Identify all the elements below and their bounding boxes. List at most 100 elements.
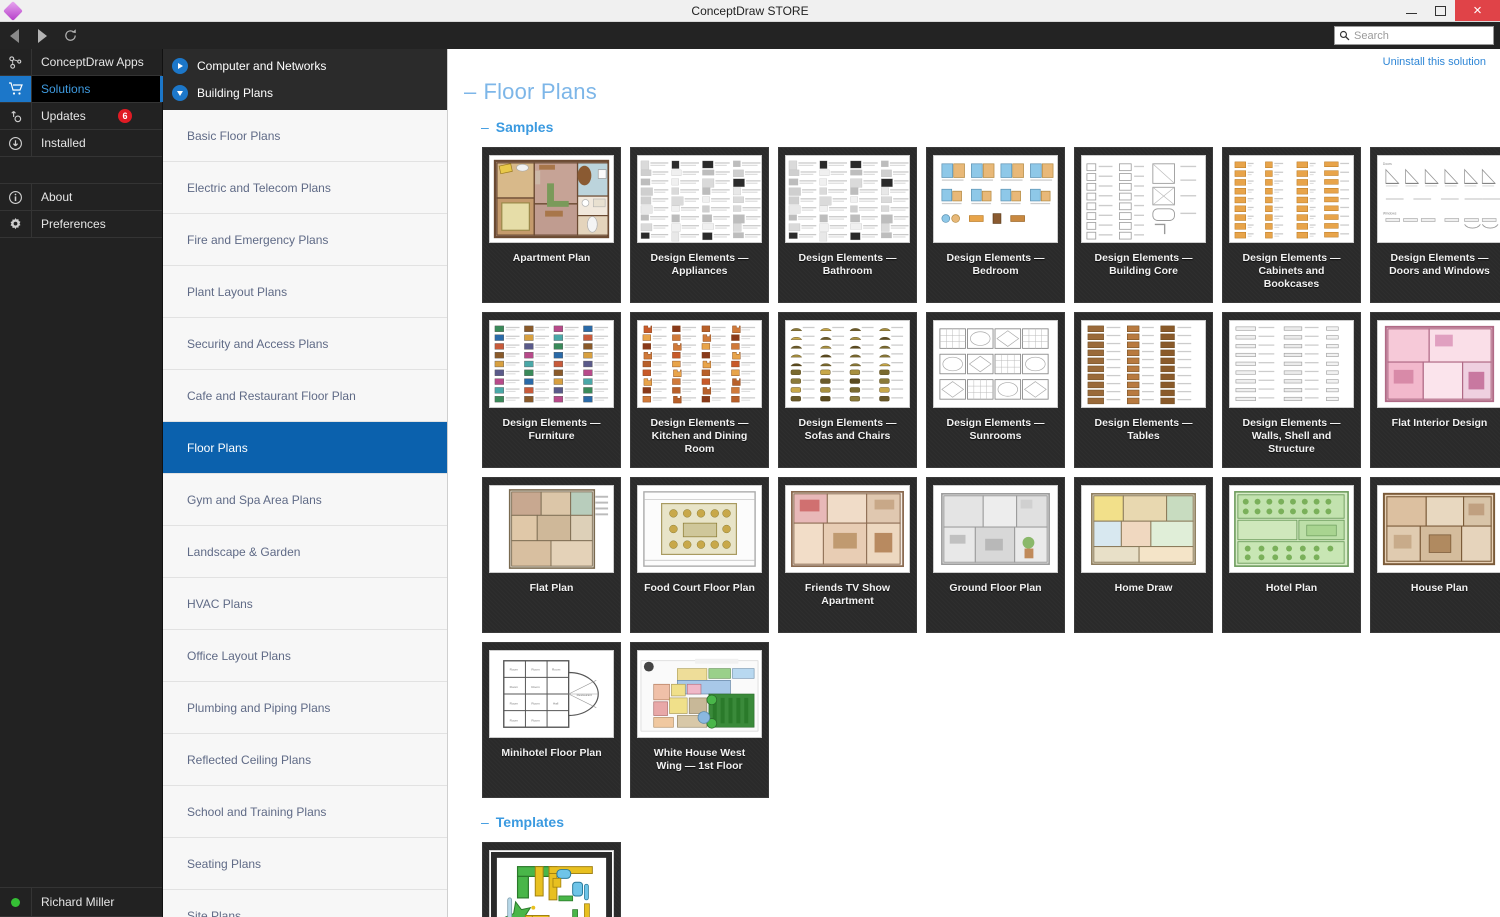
collapse-dash-icon[interactable]: – <box>481 119 489 135</box>
rail-label-solutions: Solutions <box>41 82 91 96</box>
category-item[interactable]: Plumbing and Piping Plans <box>163 682 447 734</box>
collapse-dash-icon[interactable]: – <box>464 79 476 104</box>
category-item-label: Basic Floor Plans <box>187 128 281 143</box>
solution-card[interactable]: Design Elements — Bathroom <box>778 147 917 303</box>
solution-card[interactable]: White House West Wing — 1st Floor <box>630 642 769 798</box>
solution-card[interactable]: Doors Windows Design Elements — Doors and … <box>1370 147 1500 303</box>
solution-card[interactable]: Design Elements — Cabinets and Bookcases <box>1222 147 1361 303</box>
category-item[interactable]: Office Layout Plans <box>163 630 447 682</box>
category-item[interactable]: HVAC Plans <box>163 578 447 630</box>
category-item-label: Reflected Ceiling Plans <box>187 752 312 767</box>
category-item-label: Fire and Emergency Plans <box>187 232 329 247</box>
solution-card[interactable]: Design Elements — Building Core <box>1074 147 1213 303</box>
category-item-label: Seating Plans <box>187 856 262 871</box>
solution-card[interactable]: House Plan <box>1370 477 1500 633</box>
solution-card[interactable]: Design Elements — Walls, Shell and Struc… <box>1222 312 1361 468</box>
card-label: Design Elements — Furniture <box>502 417 601 443</box>
rail-filler <box>0 238 162 887</box>
card-thumbnail <box>637 650 762 738</box>
search-box[interactable] <box>1334 26 1494 45</box>
solution-card[interactable]: Room Room Room Room Room Room Room Hall Room R… <box>482 642 621 798</box>
category-group-computer-and-networks[interactable]: Computer and Networks <box>163 52 447 79</box>
card-label: Design Elements — Building Core <box>1094 252 1193 278</box>
solution-card[interactable]: Design Elements — Sofas and Chairs <box>778 312 917 468</box>
svg-text:Room: Room <box>531 702 540 706</box>
card-label: Food Court Floor Plan <box>644 582 755 594</box>
svg-text:Room: Room <box>531 718 540 722</box>
rail-item-conceptdraw-apps[interactable]: ConceptDraw Apps <box>0 49 162 76</box>
solution-card[interactable]: Apartment Plan <box>482 147 621 303</box>
card-label: Hotel Plan <box>1265 582 1318 594</box>
rail-item-updates[interactable]: Updates 6 <box>0 103 162 130</box>
forward-button[interactable] <box>28 22 56 49</box>
rail-item-solutions[interactable]: Solutions <box>0 76 163 103</box>
solution-card[interactable]: Design Elements — Tables <box>1074 312 1213 468</box>
card-label: Apartment Plan <box>512 252 591 264</box>
solution-card[interactable]: Design Elements — Furniture <box>482 312 621 468</box>
category-item-label: School and Training Plans <box>187 804 327 819</box>
back-button[interactable] <box>0 22 28 49</box>
category-item-label: Security and Access Plans <box>187 336 329 351</box>
category-item-label: Office Layout Plans <box>187 648 291 663</box>
rail-divider <box>0 157 162 184</box>
category-item[interactable]: Seating Plans <box>163 838 447 890</box>
card-thumbnail <box>637 320 762 408</box>
templates-grid <box>482 842 1500 917</box>
solution-card[interactable] <box>482 842 621 917</box>
card-label: Home Draw <box>1114 582 1173 594</box>
category-item[interactable]: Floor Plans <box>163 422 447 474</box>
category-item[interactable]: Reflected Ceiling Plans <box>163 734 447 786</box>
solution-card[interactable]: Flat Plan <box>482 477 621 633</box>
rail-item-about[interactable]: About <box>0 184 162 211</box>
samples-grid: Apartment Plan Design Elements — Applianc… <box>482 147 1500 798</box>
category-item[interactable]: Landscape & Garden <box>163 526 447 578</box>
chevron-right-icon <box>172 57 188 74</box>
svg-text:Room: Room <box>531 685 540 689</box>
solution-card[interactable]: Flat Interior Design <box>1370 312 1500 468</box>
solution-card[interactable]: Friends TV Show Apartment <box>778 477 917 633</box>
page-title: – Floor Plans <box>464 79 1500 105</box>
card-thumbnail <box>1081 320 1206 408</box>
category-item[interactable]: Basic Floor Plans <box>163 110 447 162</box>
card-label: Design Elements — Cabinets and Bookcases <box>1242 252 1341 291</box>
left-rail: ConceptDraw Apps Solutions Updates 6 Ins… <box>0 49 163 917</box>
category-group-building-plans[interactable]: Building Plans <box>163 79 447 106</box>
solution-card[interactable]: Design Elements — Kitchen and Dining Roo… <box>630 312 769 468</box>
reload-icon <box>64 29 76 41</box>
category-item[interactable]: Plant Layout Plans <box>163 266 447 318</box>
category-item[interactable]: Fire and Emergency Plans <box>163 214 447 266</box>
card-thumbnail <box>1081 155 1206 243</box>
solution-card[interactable]: Home Draw <box>1074 477 1213 633</box>
user-status[interactable]: Richard Miller <box>0 887 162 917</box>
solution-card[interactable]: Design Elements — Appliances <box>630 147 769 303</box>
svg-text:Hall: Hall <box>553 702 559 706</box>
category-item[interactable]: School and Training Plans <box>163 786 447 838</box>
solution-card[interactable]: Hotel Plan <box>1222 477 1361 633</box>
card-label: Design Elements — Sofas and Chairs <box>798 417 897 443</box>
category-groups: Computer and Networks Building Plans <box>163 49 447 110</box>
card-label: Design Elements — Kitchen and Dining Roo… <box>650 417 749 456</box>
solution-card[interactable]: Design Elements — Sunrooms <box>926 312 1065 468</box>
search-input[interactable] <box>1354 29 1489 42</box>
status-indicator <box>0 888 32 916</box>
card-thumbnail: Room Room Room Room Room Room Room Hall Room R… <box>489 650 614 738</box>
rail-label-preferences: Preferences <box>41 217 106 231</box>
category-item[interactable]: Security and Access Plans <box>163 318 447 370</box>
card-thumbnail <box>637 155 762 243</box>
category-item[interactable]: Cafe and Restaurant Floor Plan <box>163 370 447 422</box>
uninstall-solution-link[interactable]: Uninstall this solution <box>1383 56 1486 68</box>
rail-item-preferences[interactable]: Preferences <box>0 211 162 238</box>
solution-card[interactable]: Design Elements — Bedroom <box>926 147 1065 303</box>
solution-card[interactable]: Food Court Floor Plan <box>630 477 769 633</box>
card-thumbnail <box>933 155 1058 243</box>
rail-item-installed[interactable]: Installed <box>0 130 162 157</box>
category-item[interactable]: Site Plans <box>163 890 447 917</box>
reload-button[interactable] <box>56 22 84 49</box>
card-thumbnail <box>933 485 1058 573</box>
category-item[interactable]: Gym and Spa Area Plans <box>163 474 447 526</box>
collapse-dash-icon[interactable]: – <box>481 814 489 830</box>
svg-text:Room: Room <box>531 668 540 672</box>
solution-card[interactable]: Ground Floor Plan <box>926 477 1065 633</box>
card-label: Design Elements — Bathroom <box>798 252 897 278</box>
category-item[interactable]: Electric and Telecom Plans <box>163 162 447 214</box>
